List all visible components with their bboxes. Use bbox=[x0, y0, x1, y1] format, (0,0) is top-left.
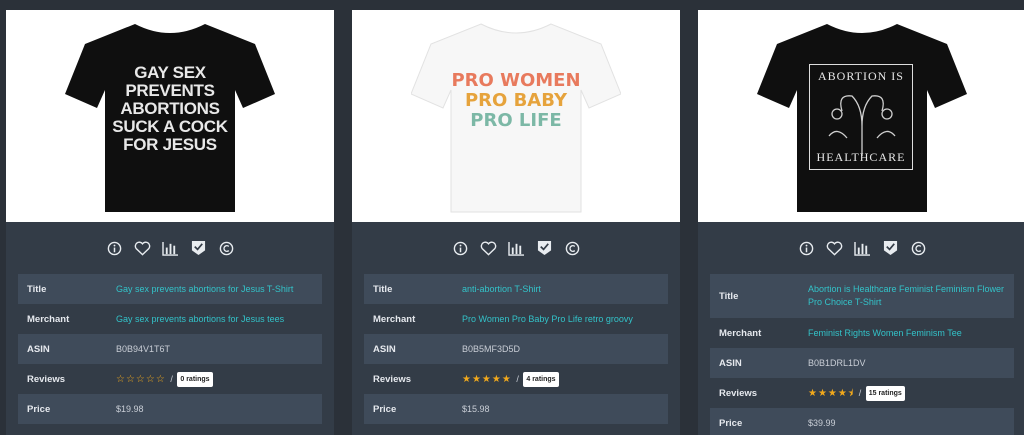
print-line: FOR JESUS bbox=[123, 135, 217, 154]
title-link[interactable]: anti-abortion T-Shirt bbox=[462, 283, 668, 296]
product-card: GAY SEX PREVENTS ABORTIONS SUCK A COCK F… bbox=[6, 10, 334, 435]
product-card: PRO WOMEN PRO BABY PRO LIFE Title anti-a… bbox=[352, 10, 680, 435]
product-details-table: Title Gay sex prevents abortions for Jes… bbox=[18, 274, 322, 424]
check-badge-icon[interactable] bbox=[189, 239, 207, 257]
chart-icon[interactable] bbox=[161, 239, 179, 257]
tshirt-graphic: PRO WOMEN PRO BABY PRO LIFE bbox=[411, 16, 621, 216]
separator: / bbox=[858, 387, 862, 398]
copyright-icon[interactable] bbox=[909, 239, 927, 257]
product-image[interactable]: ABORTION IS HEALTHCARE bbox=[698, 10, 1024, 222]
row-label: Merchant bbox=[719, 327, 762, 339]
print-line: GAY SEX bbox=[134, 63, 206, 82]
check-badge-icon[interactable] bbox=[535, 239, 553, 257]
title-link[interactable]: Gay sex prevents abortions for Jesus T-S… bbox=[116, 283, 322, 296]
heart-icon[interactable] bbox=[133, 239, 151, 257]
table-row: Price $39.99 bbox=[710, 408, 1014, 435]
ratings-badge: 4 ratings bbox=[523, 371, 559, 387]
separator: / bbox=[170, 373, 173, 384]
print-line: PRO WOMEN bbox=[451, 70, 581, 91]
print-line: SUCK A COCK bbox=[112, 117, 228, 136]
reviews-value: ★★★★⯨ / 15 ratings bbox=[808, 385, 1014, 401]
product-image[interactable]: GAY SEX PREVENTS ABORTIONS SUCK A COCK F… bbox=[6, 10, 334, 222]
shirt-print: ABORTION IS HEALTHCARE bbox=[809, 64, 913, 170]
shirt-print: PRO WOMEN PRO BABY PRO LIFE bbox=[451, 71, 581, 131]
action-icons bbox=[698, 222, 1024, 274]
row-label: ASIN bbox=[373, 343, 396, 355]
row-label: ASIN bbox=[27, 343, 50, 355]
heart-icon[interactable] bbox=[825, 239, 843, 257]
row-label: Title bbox=[719, 290, 739, 302]
print-line: HEALTHCARE bbox=[816, 150, 906, 164]
ratings-badge: 15 ratings bbox=[865, 385, 905, 401]
check-badge-icon[interactable] bbox=[881, 239, 899, 257]
ratings-badge: 0 ratings bbox=[177, 371, 213, 387]
chart-icon[interactable] bbox=[507, 239, 525, 257]
asin-value: B0B1DRL1DV bbox=[808, 357, 866, 368]
table-row: Title anti-abortion T-Shirt bbox=[364, 274, 668, 304]
row-label: Price bbox=[373, 403, 397, 415]
copyright-icon[interactable] bbox=[563, 239, 581, 257]
info-icon[interactable] bbox=[797, 239, 815, 257]
row-label: ASIN bbox=[719, 357, 742, 369]
reviews-value: ★★★★★ / 4 ratings bbox=[462, 371, 668, 387]
heart-icon[interactable] bbox=[479, 239, 497, 257]
table-row: Reviews ★★★★★ / 4 ratings bbox=[364, 364, 668, 394]
shirt-print: GAY SEX PREVENTS ABORTIONS SUCK A COCK F… bbox=[105, 64, 235, 154]
price-value: $39.99 bbox=[808, 417, 836, 428]
table-row: ASIN B0B94V1T6T bbox=[18, 334, 322, 364]
table-row: ASIN B0B5MF3D5D bbox=[364, 334, 668, 364]
row-label: Reviews bbox=[373, 373, 412, 385]
action-icons bbox=[352, 222, 680, 274]
asin-value: B0B5MF3D5D bbox=[462, 343, 521, 354]
copyright-icon[interactable] bbox=[217, 239, 235, 257]
chart-icon[interactable] bbox=[853, 239, 871, 257]
row-label: Price bbox=[27, 403, 51, 415]
table-row: Reviews ☆☆☆☆☆ / 0 ratings bbox=[18, 364, 322, 394]
table-row: Title Abortion is Healthcare Feminist Fe… bbox=[710, 274, 1014, 318]
row-label: Reviews bbox=[719, 387, 758, 399]
row-label: Title bbox=[27, 283, 47, 295]
info-icon[interactable] bbox=[105, 239, 123, 257]
merchant-link[interactable]: Gay sex prevents abortions for Jesus tee… bbox=[116, 313, 322, 326]
product-image[interactable]: PRO WOMEN PRO BABY PRO LIFE bbox=[352, 10, 680, 222]
merchant-link[interactable]: Pro Women Pro Baby Pro Life retro groovy bbox=[462, 313, 668, 326]
reviews-value: ☆☆☆☆☆ / 0 ratings bbox=[116, 371, 322, 387]
row-label: Price bbox=[719, 417, 743, 429]
print-line: ABORTIONS bbox=[120, 99, 220, 118]
price-value: $19.98 bbox=[116, 403, 144, 414]
separator: / bbox=[516, 373, 519, 384]
print-line: PRO LIFE bbox=[470, 110, 562, 131]
row-label: Merchant bbox=[27, 313, 70, 325]
action-icons bbox=[6, 222, 334, 274]
row-label: Reviews bbox=[27, 373, 66, 385]
print-line: PREVENTS bbox=[125, 81, 215, 100]
table-row: Merchant Gay sex prevents abortions for … bbox=[18, 304, 322, 334]
row-label: Merchant bbox=[373, 313, 416, 325]
table-row: Reviews ★★★★⯨ / 15 ratings bbox=[710, 378, 1014, 408]
table-row: ASIN B0B1DRL1DV bbox=[710, 348, 1014, 378]
star-rating: ★★★★⯨ bbox=[808, 387, 855, 399]
star-rating: ☆☆☆☆☆ bbox=[116, 373, 166, 385]
title-link[interactable]: Abortion is Healthcare Feminist Feminism… bbox=[808, 283, 1014, 309]
table-row: Price $15.98 bbox=[364, 394, 668, 424]
product-details-table: Title Abortion is Healthcare Feminist Fe… bbox=[710, 274, 1014, 435]
table-row: Price $19.98 bbox=[18, 394, 322, 424]
merchant-link[interactable]: Feminist Rights Women Feminism Tee bbox=[808, 327, 1014, 340]
table-row: Merchant Feminist Rights Women Feminism … bbox=[710, 318, 1014, 348]
row-label: Title bbox=[373, 283, 393, 295]
tshirt-graphic: ABORTION IS HEALTHCARE bbox=[757, 16, 967, 216]
table-row: Title Gay sex prevents abortions for Jes… bbox=[18, 274, 322, 304]
info-icon[interactable] bbox=[451, 239, 469, 257]
star-rating: ★★★★★ bbox=[462, 373, 512, 385]
product-details-table: Title anti-abortion T-Shirt Merchant Pro… bbox=[364, 274, 668, 424]
print-line: ABORTION IS bbox=[818, 69, 904, 83]
product-card: ABORTION IS HEALTHCARE Title Abortion is… bbox=[698, 10, 1024, 435]
tshirt-graphic: GAY SEX PREVENTS ABORTIONS SUCK A COCK F… bbox=[65, 16, 275, 216]
asin-value: B0B94V1T6T bbox=[116, 343, 171, 354]
price-value: $15.98 bbox=[462, 403, 490, 414]
table-row: Merchant Pro Women Pro Baby Pro Life ret… bbox=[364, 304, 668, 334]
print-line: PRO BABY bbox=[464, 90, 568, 111]
